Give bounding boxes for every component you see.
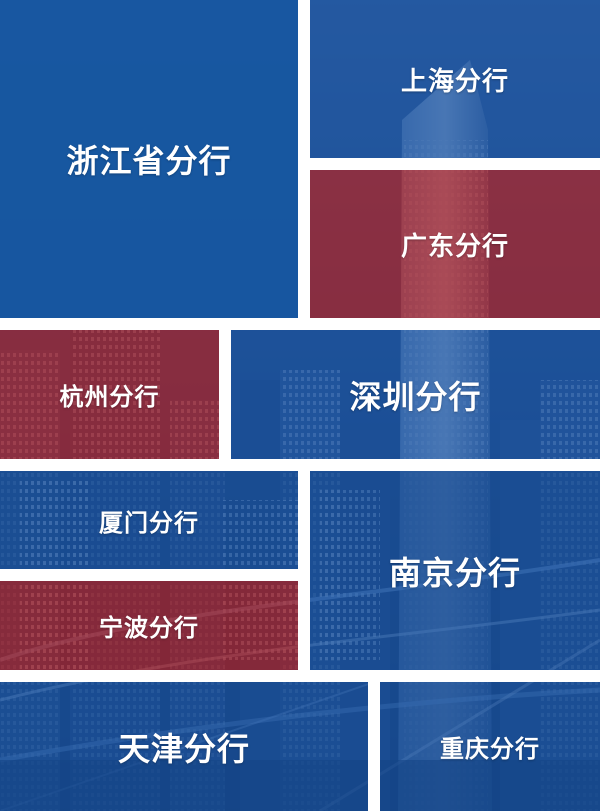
tile-nanjing[interactable]: 南京分行	[310, 471, 600, 670]
branch-grid: 浙江省分行 上海分行 广东分行 杭州分行 深圳分行 厦门分行 南京分行 宁波分行	[0, 0, 600, 811]
tile-tianjin[interactable]: 天津分行	[0, 682, 368, 811]
tile-shenzhen[interactable]: 深圳分行	[231, 330, 600, 459]
tile-zhejiang[interactable]: 浙江省分行	[0, 0, 298, 318]
branch-name: 重庆分行	[440, 735, 540, 763]
branch-name: 杭州分行	[59, 383, 160, 411]
tile-shanghai[interactable]: 上海分行	[310, 0, 600, 158]
tile-hangzhou[interactable]: 杭州分行	[0, 330, 219, 459]
branch-name: 厦门分行	[99, 508, 199, 537]
tile-chongqing[interactable]: 重庆分行	[380, 682, 600, 811]
tile-xiamen[interactable]: 厦门分行	[0, 471, 298, 569]
branch-name: 宁波分行	[99, 614, 199, 642]
branch-name: 广东分行	[400, 231, 509, 262]
tile-guangdong[interactable]: 广东分行	[310, 170, 600, 318]
branch-name: 南京分行	[388, 553, 521, 592]
branch-name: 上海分行	[400, 66, 509, 97]
branch-name: 天津分行	[117, 729, 250, 768]
tile-ningbo[interactable]: 宁波分行	[0, 581, 298, 670]
branch-name: 深圳分行	[349, 377, 482, 416]
branch-name: 浙江省分行	[66, 142, 232, 180]
